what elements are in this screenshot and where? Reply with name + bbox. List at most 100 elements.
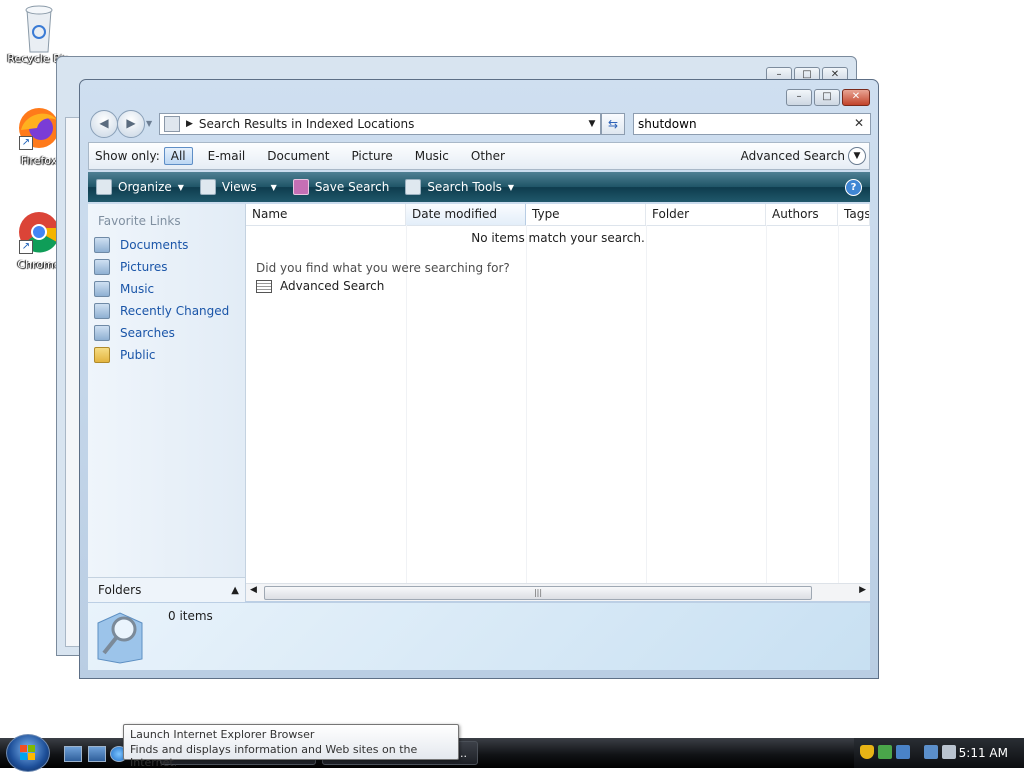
chevron-up-icon: ▲ xyxy=(231,584,239,596)
music-icon xyxy=(94,281,110,297)
save-search-label: Save Search xyxy=(314,180,390,194)
close-button[interactable]: ✕ xyxy=(842,89,870,106)
link-label: Music xyxy=(120,282,155,296)
chevron-down-icon[interactable]: ▼ xyxy=(848,147,866,165)
tooltip-description: Finds and displays information and Web s… xyxy=(130,743,418,769)
forward-arrow-icon: ▶ xyxy=(126,116,136,130)
search-box[interactable]: ✕ xyxy=(633,113,871,135)
column-headers: Name Date modified Type Folder Authors T… xyxy=(246,204,870,226)
shortcut-arrow-icon: ↗ xyxy=(19,136,33,150)
search-results-window[interactable]: – □ ✕ ◀ ▶ ▼ ▶ Search Results in Indexed … xyxy=(79,79,879,679)
details-pane: 0 items xyxy=(88,603,870,670)
searches-icon xyxy=(94,325,110,341)
scrollbar-thumb[interactable]: ||| xyxy=(264,586,812,600)
update-icon[interactable] xyxy=(878,745,892,759)
scroll-right-icon[interactable]: ▶ xyxy=(859,585,866,595)
breadcrumb-arrow-icon[interactable]: ▶ xyxy=(186,119,193,129)
column-divider xyxy=(406,225,407,583)
organize-button[interactable]: Organize ▼ xyxy=(96,179,184,195)
horizontal-scrollbar[interactable]: ◀ ||| ▶ xyxy=(246,583,870,601)
column-divider xyxy=(838,225,839,583)
link-label: Searches xyxy=(120,326,175,340)
search-input[interactable] xyxy=(638,116,848,132)
views-button[interactable]: Views ▼ xyxy=(199,179,277,195)
clear-search-icon[interactable]: ✕ xyxy=(854,116,864,130)
filter-document[interactable]: Document xyxy=(260,147,336,165)
column-tags[interactable]: Tags xyxy=(838,204,870,225)
show-only-label: Show only: xyxy=(95,149,160,163)
favorite-link-pictures[interactable]: Pictures xyxy=(88,256,245,278)
folders-toggle[interactable]: Folders ▲ xyxy=(88,577,245,602)
caption-buttons: – □ ✕ xyxy=(786,89,870,106)
column-divider xyxy=(646,225,647,583)
security-shield-icon[interactable] xyxy=(860,745,874,759)
filter-bar: Show only: All E-mail Document Picture M… xyxy=(88,142,870,170)
save-search-button[interactable]: Save Search xyxy=(292,179,390,195)
maximize-button[interactable]: □ xyxy=(814,89,840,106)
windows-logo-icon xyxy=(20,745,35,760)
address-bar[interactable]: ▶ Search Results in Indexed Locations ▼ xyxy=(159,113,601,135)
column-authors[interactable]: Authors xyxy=(766,204,838,225)
item-count: 0 items xyxy=(168,609,213,623)
address-dropdown-icon[interactable]: ▼ xyxy=(584,119,600,129)
recently-changed-icon xyxy=(94,303,110,319)
link-label: Recently Changed xyxy=(120,304,230,318)
column-type[interactable]: Type xyxy=(526,204,646,225)
link-label: Documents xyxy=(120,238,189,252)
column-folder[interactable]: Folder xyxy=(646,204,766,225)
empty-results-message: No items match your search. xyxy=(471,231,645,245)
scroll-left-icon[interactable]: ◀ xyxy=(250,585,257,595)
save-icon xyxy=(292,179,309,195)
organize-label: Organize xyxy=(118,180,172,194)
command-toolbar: Organize ▼ Views ▼ Save Search Search To… xyxy=(88,172,870,202)
clock[interactable]: 5:11 AM xyxy=(959,746,1008,760)
advanced-search-toggle[interactable]: Advanced Search xyxy=(741,149,845,163)
dropdown-arrow-icon: ▼ xyxy=(270,182,277,192)
folders-label: Folders xyxy=(98,583,142,597)
navigation-bar: ◀ ▶ ▼ ▶ Search Results in Indexed Locati… xyxy=(88,110,871,138)
advanced-search-label: Advanced Search xyxy=(280,279,385,293)
favorite-link-music[interactable]: Music xyxy=(88,278,245,300)
favorite-link-recently-changed[interactable]: Recently Changed xyxy=(88,300,245,322)
filter-other[interactable]: Other xyxy=(464,147,512,165)
favorite-link-searches[interactable]: Searches xyxy=(88,322,245,344)
filter-all[interactable]: All xyxy=(163,147,193,165)
notification-area: 5:11 AM xyxy=(854,738,1024,768)
link-label: Pictures xyxy=(120,260,168,274)
column-name[interactable]: Name xyxy=(246,204,406,225)
minimize-button[interactable]: – xyxy=(786,89,812,106)
search-tools-icon xyxy=(405,179,422,195)
views-icon xyxy=(199,179,216,195)
switch-windows-icon[interactable] xyxy=(88,746,106,762)
network-icon[interactable] xyxy=(924,745,938,759)
recent-pages-chevron-icon[interactable]: ▼ xyxy=(146,119,152,128)
filter-email[interactable]: E-mail xyxy=(201,147,253,165)
start-button[interactable] xyxy=(6,734,50,772)
results-pane: Name Date modified Type Folder Authors T… xyxy=(246,204,870,601)
navigation-pane: Favorite Links Documents Pictures Music … xyxy=(88,204,246,601)
show-desktop-icon[interactable] xyxy=(64,746,82,762)
search-magnifier-icon xyxy=(96,609,144,664)
filter-picture[interactable]: Picture xyxy=(344,147,399,165)
back-button[interactable]: ◀ xyxy=(90,110,118,138)
help-icon[interactable]: ? xyxy=(845,179,862,196)
filter-music[interactable]: Music xyxy=(408,147,456,165)
favorite-link-public[interactable]: Public xyxy=(88,344,245,366)
network-tray-icon[interactable] xyxy=(896,745,910,759)
search-tools-button[interactable]: Search Tools ▼ xyxy=(405,179,514,195)
firefox-icon: ↗ xyxy=(17,106,61,150)
address-text: Search Results in Indexed Locations xyxy=(198,117,415,131)
advanced-search-link[interactable]: Advanced Search xyxy=(256,279,384,293)
volume-muted-icon[interactable] xyxy=(942,745,956,759)
column-date-modified[interactable]: Date modified xyxy=(406,204,526,225)
refresh-button[interactable]: ⇆ xyxy=(601,113,625,135)
favorite-link-documents[interactable]: Documents xyxy=(88,234,245,256)
column-divider xyxy=(766,225,767,583)
search-location-icon xyxy=(164,116,180,132)
column-divider xyxy=(526,225,527,583)
search-prompt: Did you find what you were searching for… xyxy=(256,261,510,275)
favorite-links-header: Favorite Links xyxy=(98,214,181,228)
dropdown-arrow-icon: ▼ xyxy=(507,182,515,192)
forward-button[interactable]: ▶ xyxy=(117,110,145,138)
tooltip: Launch Internet Explorer Browser Finds a… xyxy=(123,724,459,769)
